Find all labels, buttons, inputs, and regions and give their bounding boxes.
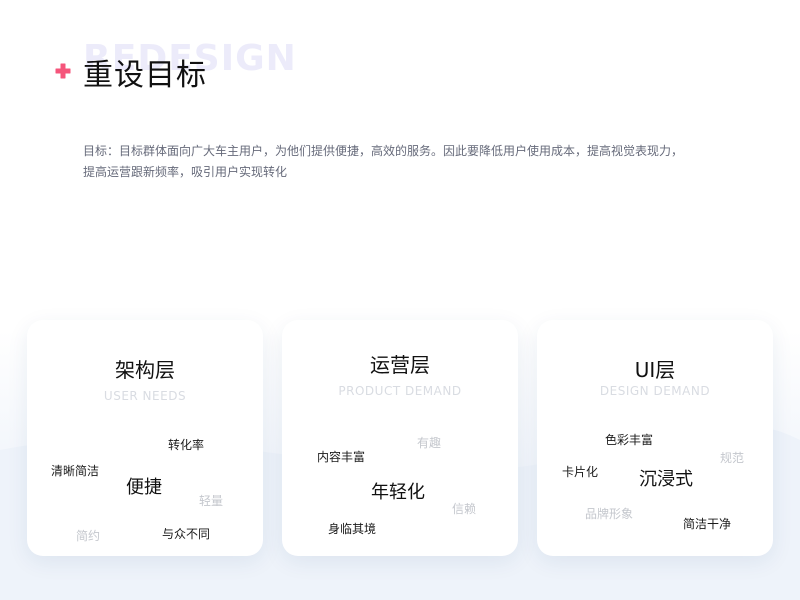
tag-clear: 清晰简洁 (51, 464, 100, 478)
card-architecture-layer: 架构层 USER NEEDS 转化率 清晰简洁 便捷 轻量 简约 与众不同 (27, 320, 263, 556)
tag-immersive: 沉浸式 (639, 469, 693, 490)
plus-icon (55, 63, 71, 79)
tag-guideline: 规范 (720, 451, 745, 465)
tag-fun: 有趣 (417, 436, 442, 450)
card-operation-layer: 运营层 PRODUCT DEMAND 有趣 内容丰富 年轻化 信赖 身临其境 (282, 320, 518, 556)
page-title: 重设目标 (83, 58, 207, 93)
tag-rich-content: 内容丰富 (317, 450, 366, 464)
card-subtitle: USER NEEDS (103, 389, 187, 403)
goal-description: 目标：目标群体面向广大车主用户，为他们提供便捷，高效的服务。因此要降低用户使用成… (83, 144, 684, 179)
tag-trust: 信赖 (452, 502, 477, 516)
tag-brand: 品牌形象 (585, 507, 634, 521)
card-title: 架构层 (115, 358, 175, 382)
card-ui-layer: UI层 DESIGN DEMAND 色彩丰富 规范 卡片化 沉浸式 品牌形象 简… (537, 320, 773, 556)
card-title: 运营层 (370, 353, 430, 377)
tag-card: 卡片化 (562, 465, 599, 479)
tag-simple: 简约 (76, 529, 101, 543)
tag-convenient: 便捷 (126, 477, 162, 498)
tag-conversion: 转化率 (168, 438, 205, 452)
tag-clean: 简洁干净 (683, 517, 732, 531)
tag-younger: 年轻化 (371, 482, 425, 503)
tag-unique: 与众不同 (162, 527, 211, 541)
tag-light: 轻量 (199, 494, 224, 508)
card-subtitle: PRODUCT DEMAND (338, 384, 462, 398)
tag-colorful: 色彩丰富 (605, 433, 654, 447)
card-subtitle: DESIGN DEMAND (599, 384, 711, 398)
card-title: UI层 (634, 358, 676, 382)
tag-immersive: 身临其境 (328, 522, 377, 536)
